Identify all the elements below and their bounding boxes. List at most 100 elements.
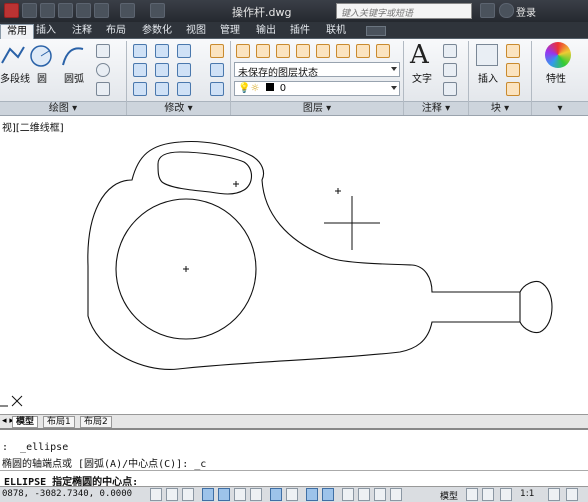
group-layers[interactable]: 图层 ▾ — [231, 101, 403, 115]
tab-plugins[interactable]: 插件 — [284, 24, 316, 39]
properties-label[interactable]: 特性 — [546, 70, 566, 85]
drawing-canvas[interactable]: 视][二维线框] — [0, 116, 588, 414]
annotation-scale[interactable]: 1:1 — [520, 489, 534, 499]
group-draw[interactable]: 绘图 ▾ — [0, 101, 126, 115]
layer-freeze-icon[interactable] — [356, 44, 370, 58]
tab-insert[interactable]: 插入 — [30, 24, 62, 39]
tab-view[interactable]: 视图 — [180, 24, 212, 39]
tab-manage[interactable]: 管理 — [214, 24, 246, 39]
dimension-icon[interactable] — [443, 44, 457, 58]
layer-properties-icon[interactable] — [236, 44, 250, 58]
tab-home[interactable]: 常用 — [0, 24, 34, 39]
group-layers-label: 图层 — [302, 103, 323, 114]
layout-view-icon[interactable] — [466, 488, 478, 501]
command-history-line: 椭圆的轴端点或 [圆弧(A)/中心点(C)]: _c — [2, 459, 207, 470]
block-attribute-icon[interactable] — [506, 82, 520, 96]
group-modify[interactable]: 修改 ▾ — [127, 101, 230, 115]
erase-icon[interactable] — [210, 44, 224, 58]
3d-osnap-toggle[interactable] — [250, 488, 262, 501]
trim-icon[interactable] — [177, 44, 191, 58]
polyline-button[interactable] — [0, 43, 26, 69]
save-icon[interactable] — [58, 3, 73, 18]
tab-online[interactable]: 联机 — [320, 24, 352, 39]
drawing-svg — [0, 141, 553, 407]
lock-icon[interactable] — [566, 488, 578, 501]
pan-icon[interactable] — [500, 488, 512, 501]
copy-icon[interactable] — [133, 63, 147, 77]
rectangle-icon[interactable] — [96, 44, 110, 58]
insert-block-icon[interactable] — [476, 44, 498, 66]
create-block-icon[interactable] — [506, 44, 520, 58]
snap-toggle[interactable] — [166, 488, 178, 501]
layer-dropdown[interactable]: 💡☼ 0 — [234, 81, 400, 96]
tab-output[interactable]: 输出 — [250, 24, 282, 39]
arc-button[interactable] — [60, 43, 86, 69]
tab-model[interactable]: 模型 — [12, 416, 39, 428]
rotate-icon[interactable] — [155, 44, 169, 58]
binoculars-icon[interactable] — [480, 3, 495, 18]
undo-icon[interactable] — [120, 3, 135, 18]
leader-icon[interactable] — [443, 63, 457, 77]
ribbon-panel: 多段线 圆 圆弧 绘图 ▾ 修改 ▾ 未保存的图层状态 💡☼ 0 图层 ▾ A … — [0, 39, 588, 116]
transparency-toggle[interactable] — [342, 488, 354, 501]
osnap-toggle[interactable] — [234, 488, 246, 501]
ellipse-icon[interactable] — [96, 63, 110, 77]
tab-layout1[interactable]: 布局1 — [43, 416, 75, 428]
scale-icon[interactable] — [155, 82, 169, 96]
layer-state-icon[interactable] — [256, 44, 270, 58]
grid-toggle[interactable] — [182, 488, 194, 501]
table-icon[interactable] — [443, 82, 457, 96]
layer-match-icon[interactable] — [276, 44, 290, 58]
layer-previous-icon[interactable] — [296, 44, 310, 58]
circle-button[interactable] — [28, 43, 54, 69]
panel-toggle-icon[interactable] — [366, 26, 386, 36]
command-window[interactable]: : _ellipse 椭圆的轴端点或 [圆弧(A)/中心点(C)]: _c EL… — [0, 428, 588, 488]
title-bar: 操作杆.dwg 键入关键字或短语 登录 — [0, 0, 588, 22]
redo-icon[interactable] — [150, 3, 165, 18]
workspace-gear-icon[interactable] — [548, 488, 560, 501]
hatch-icon[interactable] — [96, 82, 110, 96]
infer-constraints-toggle[interactable] — [150, 488, 162, 501]
open-file-icon[interactable] — [40, 3, 55, 18]
annotation-monitor-toggle[interactable] — [390, 488, 402, 501]
group-annotation[interactable]: 注释 ▾ — [404, 101, 468, 115]
layer-state-dropdown[interactable]: 未保存的图层状态 — [234, 62, 400, 79]
tab-layout2[interactable]: 布局2 — [80, 416, 112, 428]
tab-layout[interactable]: 布局 — [100, 24, 132, 39]
mirror-icon[interactable] — [155, 63, 169, 77]
command-input[interactable]: ELLIPSE 指定椭圆的中心点: — [0, 470, 588, 488]
fillet-icon[interactable] — [177, 63, 191, 77]
dyn-toggle[interactable] — [306, 488, 318, 501]
selection-cycling-toggle[interactable] — [374, 488, 386, 501]
tab-annotate[interactable]: 注释 — [66, 24, 98, 39]
quick-view-icon[interactable] — [482, 488, 494, 501]
group-block[interactable]: 块 ▾ — [469, 101, 531, 115]
model-space-label[interactable]: 模型 — [440, 489, 458, 502]
text-icon[interactable]: A — [410, 41, 432, 69]
edit-block-icon[interactable] — [506, 63, 520, 77]
login-link[interactable]: 登录 — [516, 4, 536, 19]
save-as-icon[interactable] — [76, 3, 91, 18]
new-file-icon[interactable] — [22, 3, 37, 18]
layer-lock-icon[interactable] — [376, 44, 390, 58]
move-icon[interactable] — [133, 44, 147, 58]
otrack-toggle[interactable] — [270, 488, 282, 501]
polar-toggle[interactable] — [218, 488, 230, 501]
tab-parametric[interactable]: 参数化 — [136, 24, 178, 39]
stretch-icon[interactable] — [133, 82, 147, 96]
properties-icon[interactable] — [545, 42, 571, 68]
user-icon[interactable] — [499, 3, 514, 18]
group-properties[interactable]: ▾ — [532, 101, 588, 115]
lineweight-toggle[interactable] — [322, 488, 334, 501]
array-icon[interactable] — [177, 82, 191, 96]
quick-properties-toggle[interactable] — [358, 488, 370, 501]
explode-icon[interactable] — [210, 63, 224, 77]
offset-icon[interactable] — [210, 82, 224, 96]
ortho-toggle[interactable] — [202, 488, 214, 501]
print-icon[interactable] — [94, 3, 109, 18]
app-menu-icon[interactable] — [4, 3, 19, 18]
search-input[interactable]: 键入关键字或短语 — [336, 3, 472, 19]
ducs-toggle[interactable] — [286, 488, 298, 501]
layer-isolate-icon[interactable] — [316, 44, 330, 58]
layer-off-icon[interactable] — [336, 44, 350, 58]
